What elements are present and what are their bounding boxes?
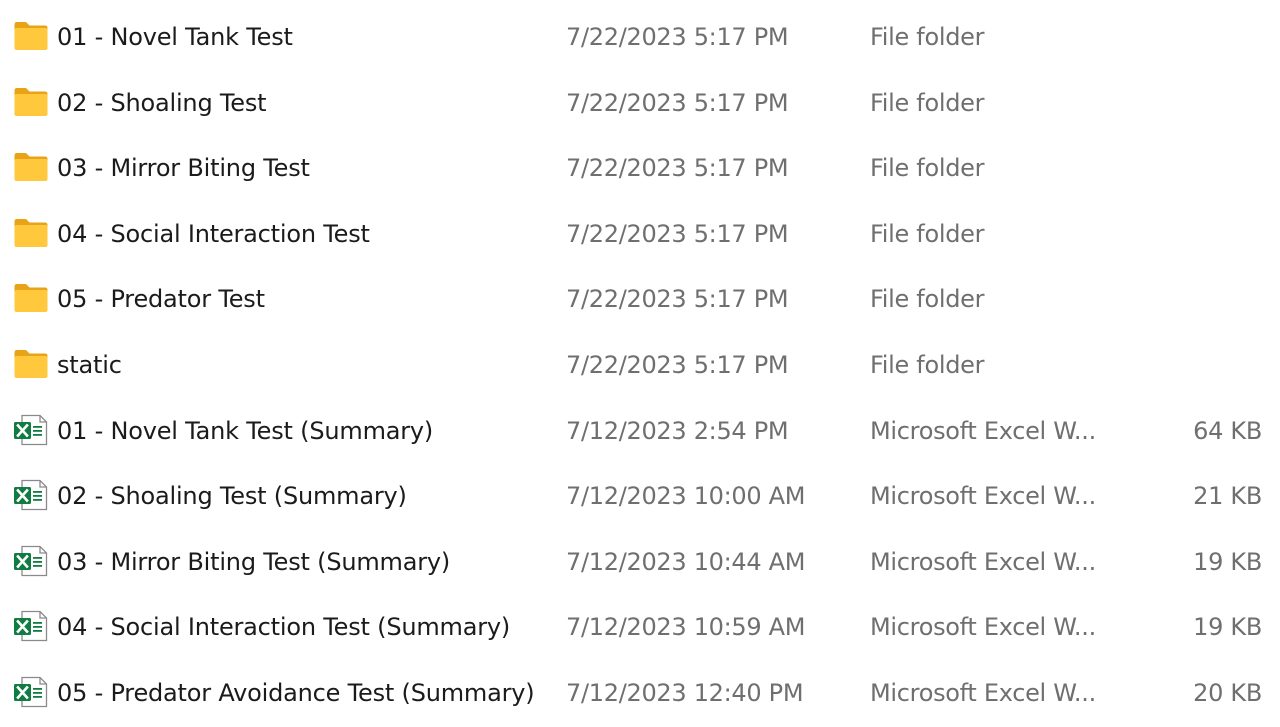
- file-row-2[interactable]: 02 - Shoaling Test 7/22/2023 5:17 PM Fil…: [0, 71, 1280, 137]
- file-row-10[interactable]: 04 - Social Interaction Test (Summary) 7…: [0, 595, 1280, 661]
- file-type: File folder: [870, 88, 985, 117]
- file-name[interactable]: 01 - Novel Tank Test (Summary): [57, 399, 433, 465]
- file-size: 20 KB: [1193, 678, 1262, 707]
- folder-icon: [13, 20, 49, 52]
- excel-file-icon: [13, 479, 49, 511]
- file-type: File folder: [870, 285, 985, 314]
- file-type: Microsoft Excel W...: [870, 613, 1096, 642]
- file-date-modified: 7/22/2023 5:17 PM: [566, 350, 789, 379]
- file-list: 01 - Novel Tank Test 7/22/2023 5:17 PM F…: [0, 5, 1280, 727]
- folder-icon: [13, 217, 49, 249]
- file-name[interactable]: 05 - Predator Avoidance Test (Summary): [57, 661, 535, 727]
- file-name[interactable]: 02 - Shoaling Test: [57, 71, 267, 137]
- excel-file-icon: [13, 676, 49, 708]
- file-row-6[interactable]: static 7/22/2023 5:17 PM File folder: [0, 333, 1280, 399]
- file-date-modified: 7/22/2023 5:17 PM: [566, 285, 789, 314]
- file-name[interactable]: 03 - Mirror Biting Test: [57, 136, 310, 202]
- file-type: File folder: [870, 154, 985, 183]
- file-size: 64 KB: [1193, 416, 1262, 445]
- file-row-8[interactable]: 02 - Shoaling Test (Summary) 7/12/2023 1…: [0, 464, 1280, 530]
- file-row-3[interactable]: 03 - Mirror Biting Test 7/22/2023 5:17 P…: [0, 136, 1280, 202]
- file-type: File folder: [870, 219, 985, 248]
- excel-file-icon: [13, 610, 49, 642]
- file-row-11[interactable]: 05 - Predator Avoidance Test (Summary) 7…: [0, 661, 1280, 727]
- file-name[interactable]: static: [57, 333, 122, 399]
- file-date-modified: 7/22/2023 5:17 PM: [566, 154, 789, 183]
- file-size: 19 KB: [1193, 613, 1262, 642]
- file-row-1[interactable]: 01 - Novel Tank Test 7/22/2023 5:17 PM F…: [0, 5, 1280, 71]
- file-size: 19 KB: [1193, 547, 1262, 576]
- file-date-modified: 7/12/2023 10:59 AM: [566, 613, 806, 642]
- file-name[interactable]: 04 - Social Interaction Test: [57, 202, 370, 268]
- file-name[interactable]: 03 - Mirror Biting Test (Summary): [57, 530, 450, 596]
- file-date-modified: 7/12/2023 2:54 PM: [566, 416, 789, 445]
- file-row-4[interactable]: 04 - Social Interaction Test 7/22/2023 5…: [0, 202, 1280, 268]
- file-type: Microsoft Excel W...: [870, 547, 1096, 576]
- excel-file-icon: [13, 545, 49, 577]
- folder-icon: [13, 282, 49, 314]
- file-date-modified: 7/22/2023 5:17 PM: [566, 23, 789, 51]
- folder-icon: [13, 86, 49, 118]
- file-type: Microsoft Excel W...: [870, 482, 1096, 511]
- file-date-modified: 7/12/2023 10:00 AM: [566, 482, 806, 511]
- file-date-modified: 7/12/2023 12:40 PM: [566, 678, 804, 707]
- file-date-modified: 7/22/2023 5:17 PM: [566, 219, 789, 248]
- file-type: File folder: [870, 23, 985, 51]
- file-type: Microsoft Excel W...: [870, 678, 1096, 707]
- file-type: File folder: [870, 350, 985, 379]
- file-name[interactable]: 02 - Shoaling Test (Summary): [57, 464, 407, 530]
- file-row-5[interactable]: 05 - Predator Test 7/22/2023 5:17 PM Fil…: [0, 267, 1280, 333]
- file-name[interactable]: 01 - Novel Tank Test: [57, 5, 293, 71]
- file-name[interactable]: 05 - Predator Test: [57, 267, 265, 333]
- folder-icon: [13, 348, 49, 380]
- file-date-modified: 7/12/2023 10:44 AM: [566, 547, 806, 576]
- file-row-7[interactable]: 01 - Novel Tank Test (Summary) 7/12/2023…: [0, 399, 1280, 465]
- file-row-9[interactable]: 03 - Mirror Biting Test (Summary) 7/12/2…: [0, 530, 1280, 596]
- file-type: Microsoft Excel W...: [870, 416, 1096, 445]
- folder-icon: [13, 151, 49, 183]
- file-size: 21 KB: [1193, 482, 1262, 511]
- file-name[interactable]: 04 - Social Interaction Test (Summary): [57, 595, 510, 661]
- file-date-modified: 7/22/2023 5:17 PM: [566, 88, 789, 117]
- excel-file-icon: [13, 414, 49, 446]
